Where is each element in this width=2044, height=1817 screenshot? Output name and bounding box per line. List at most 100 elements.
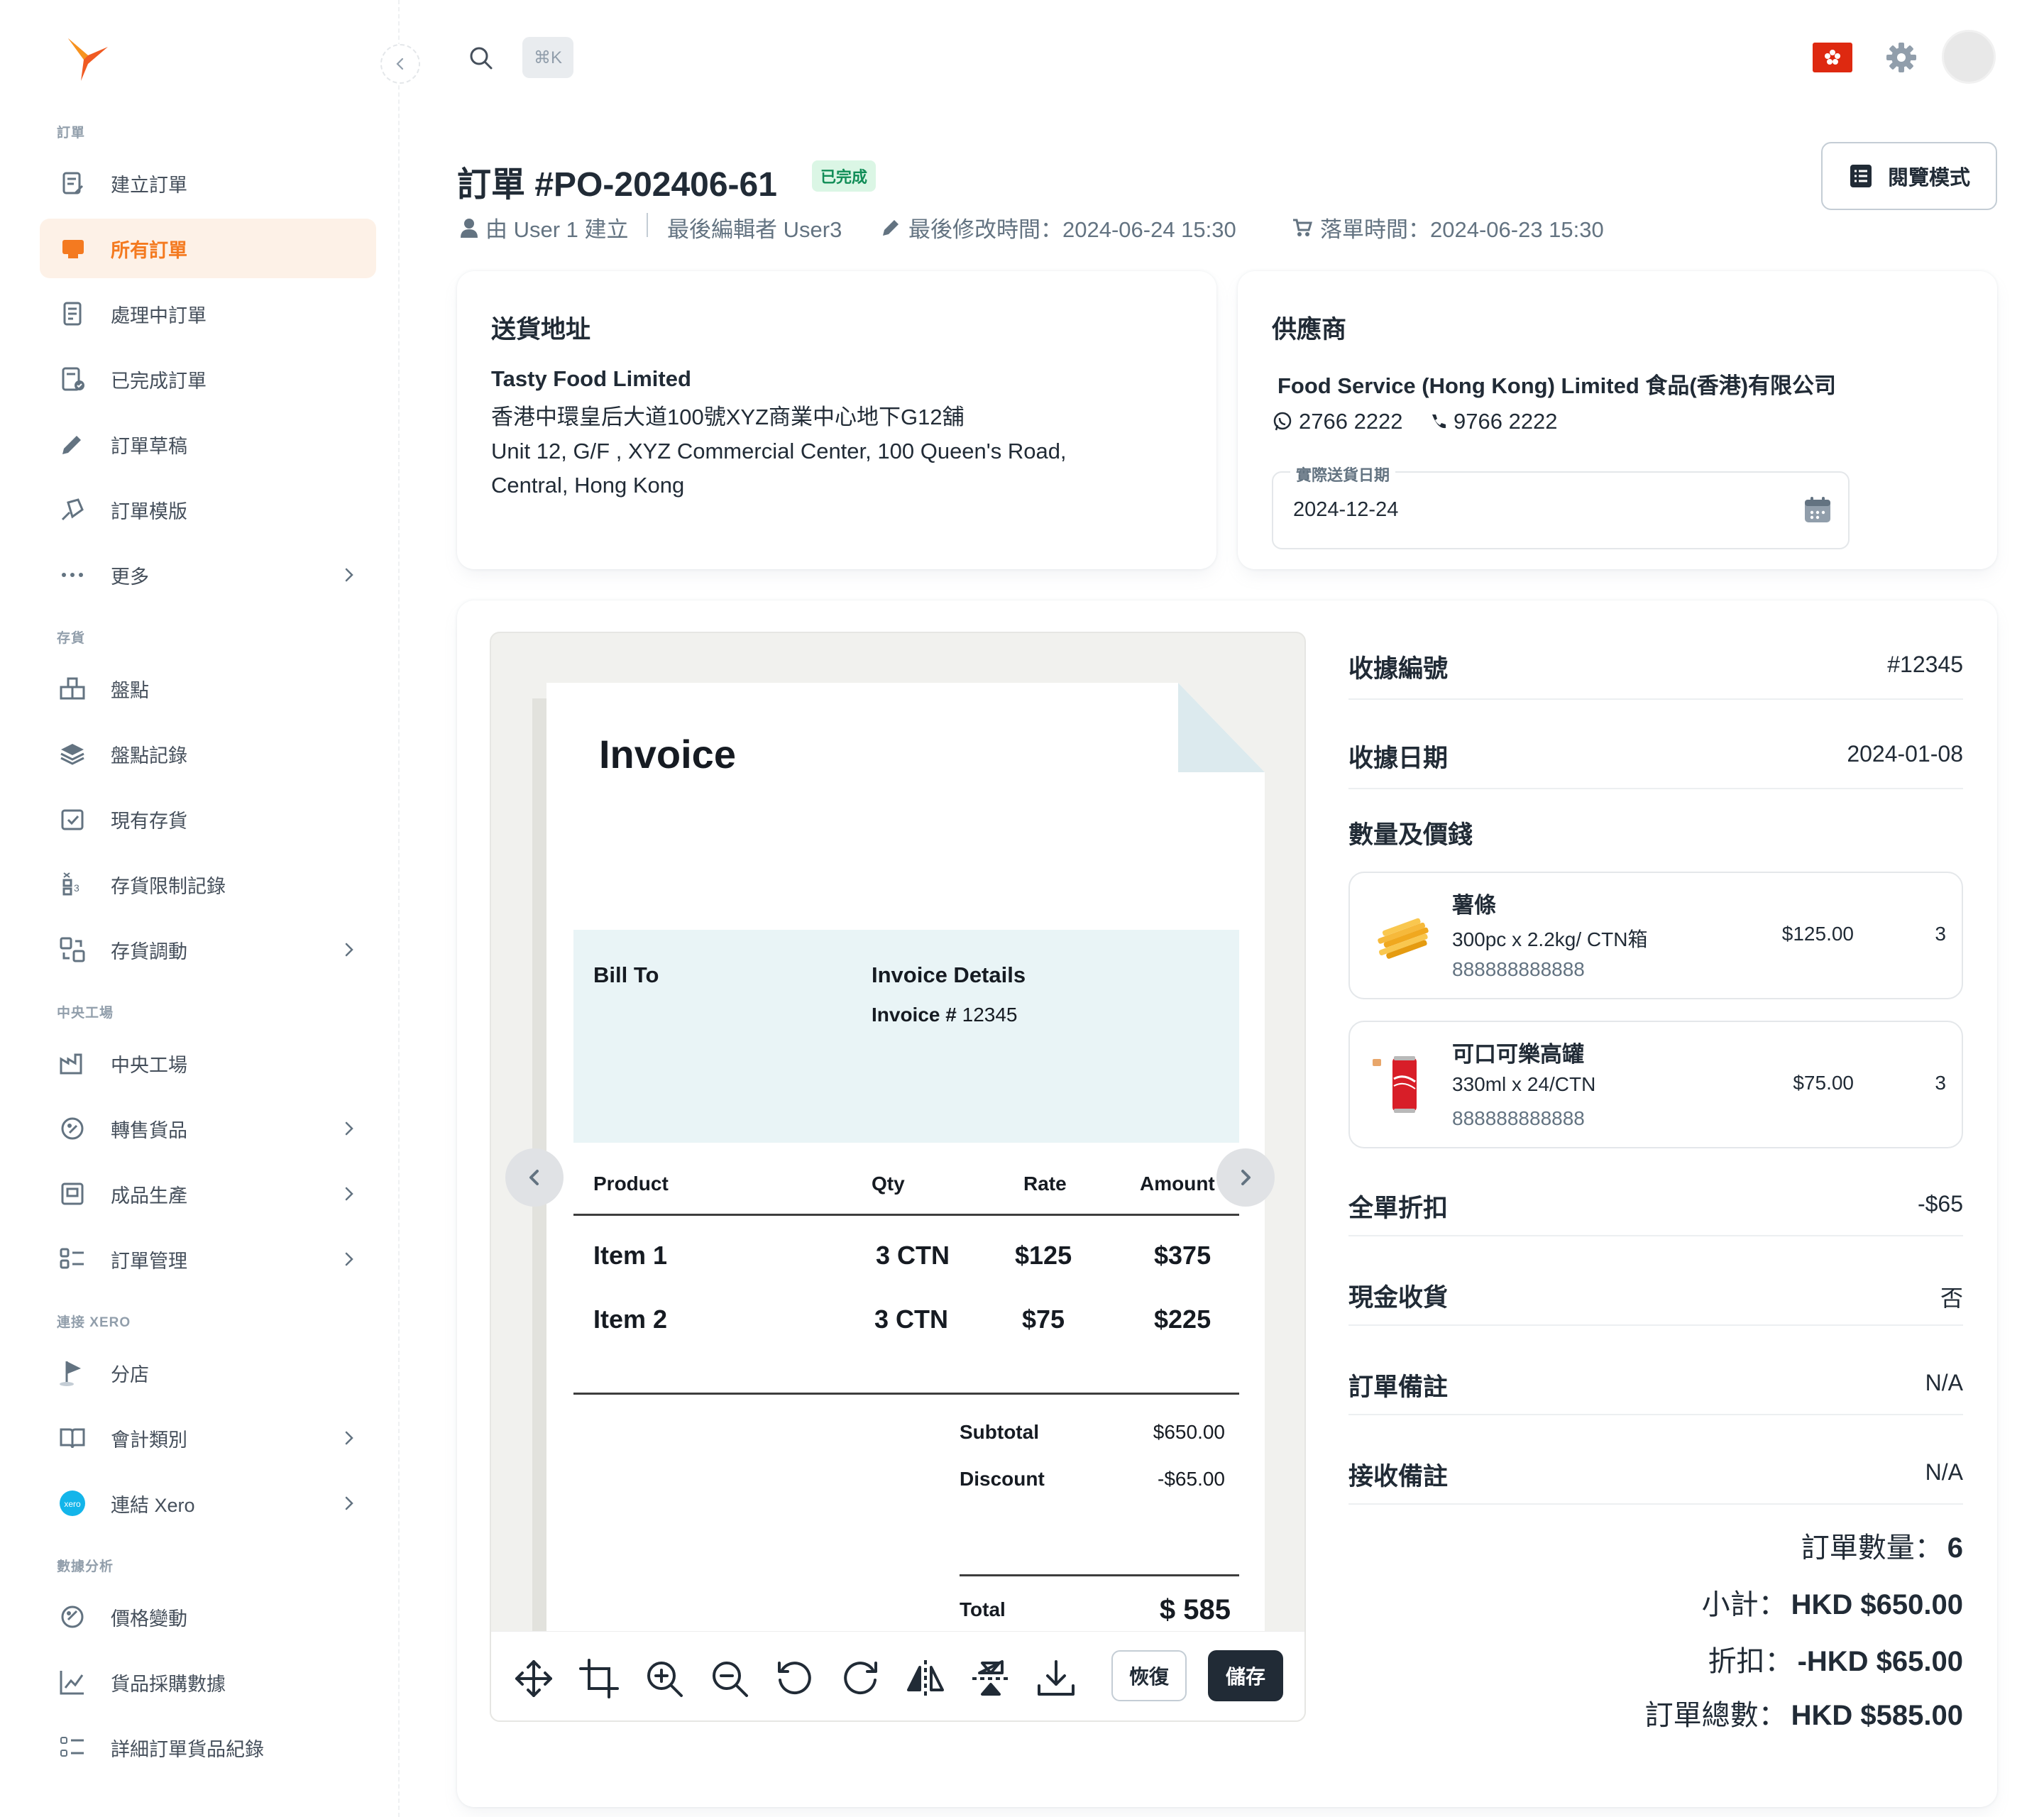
sidebar-item[interactable]: 已完成訂單 (40, 349, 376, 409)
app-logo-icon[interactable] (67, 34, 112, 84)
phone-number: 9766 2222 (1454, 409, 1558, 434)
delivery-address-title: 送貨地址 (491, 316, 591, 344)
previous-page-button[interactable] (505, 1148, 564, 1207)
sidebar-item[interactable]: 所有訂單 (40, 219, 376, 278)
sidebar-item[interactable]: 貨品採購數據 (40, 1652, 376, 1712)
sidebar-item-label: 存貨調動 (111, 940, 187, 962)
col-qty: Qty (872, 1173, 905, 1195)
actual-delivery-date-label: 實際送貨日期 (1290, 463, 1396, 485)
crop-icon[interactable] (578, 1657, 620, 1700)
row2-rate: $75 (1022, 1305, 1065, 1334)
download-icon[interactable] (1035, 1657, 1077, 1700)
sidebar-item[interactable]: 成品生產 (40, 1164, 376, 1224)
inventory-limit-icon: 3 (62, 872, 79, 896)
invoice-number-value: 12345 (962, 1004, 1018, 1026)
sidebar-item-label: 價格變動 (111, 1608, 187, 1630)
completed-orders-icon (62, 367, 84, 391)
sidebar-item[interactable]: 中央工場 (40, 1033, 376, 1093)
sidebar-item[interactable]: 盤點 (40, 659, 376, 718)
resale-icon (61, 1117, 84, 1140)
detail-list-icon (60, 1737, 84, 1757)
sidebar: 訂單建立訂單所有訂單處理中訂單 已完成訂單訂單草稿訂單模版更多存貨盤點盤點記錄 現有… (0, 0, 420, 1817)
book-icon (60, 1428, 85, 1449)
sidebar-item-label: 分店 (111, 1363, 149, 1385)
bill-to-label: Bill To (593, 962, 659, 987)
sidebar-item[interactable]: 會計類別 (40, 1408, 376, 1468)
zoom-out-icon[interactable] (708, 1657, 751, 1700)
row-divider (1348, 1503, 1963, 1505)
sidebar-item[interactable]: 建立訂單 (40, 153, 376, 213)
line-item-card[interactable]: 可口可樂高罐 330ml x 24/CTN 888888888888 $75.0… (1348, 1021, 1963, 1148)
rotate-right-icon[interactable] (839, 1657, 881, 1700)
xero-logo-icon: xero (60, 1491, 85, 1516)
sidebar-item[interactable]: 處理中訂單 (40, 284, 376, 344)
flip-horizontal-icon[interactable] (904, 1657, 947, 1700)
hong-kong-flag-icon[interactable] (1813, 43, 1852, 72)
sidebar-item-label: 成品生產 (111, 1185, 187, 1207)
row-divider (1348, 1414, 1963, 1415)
calendar-icon[interactable] (1803, 495, 1833, 525)
restore-button[interactable]: 恢復 (1111, 1650, 1187, 1701)
view-mode-button[interactable]: 閱覽模式 (1821, 142, 1997, 210)
receipt-number-label: 收據編號 (1348, 655, 1449, 683)
invoice-heading: Invoice (599, 732, 736, 776)
invoice-details-label: Invoice Details (872, 962, 1026, 987)
sidebar-item[interactable]: 轉售貨品 (40, 1099, 376, 1158)
nav-section-heading: 連接 XERO (57, 1315, 131, 1330)
document-list-icon (1850, 165, 1872, 187)
zoom-in-icon[interactable] (643, 1657, 686, 1700)
rotate-left-icon[interactable] (774, 1657, 816, 1700)
order-quantity-label: 訂單數量： (1801, 1532, 1943, 1564)
whatsapp-icon (1273, 412, 1292, 431)
receive-note-label: 接收備註 (1348, 1463, 1449, 1491)
chevron-right-icon (345, 1252, 353, 1266)
sidebar-item[interactable]: 訂單草稿 (40, 415, 376, 474)
factory-icon (60, 1053, 82, 1075)
collapse-sidebar-button[interactable] (380, 44, 420, 84)
supplier-whatsapp[interactable]: 2766 2222 (1272, 409, 1403, 434)
more-dots-icon (62, 573, 83, 577)
invoice-image-viewer[interactable]: Invoice Bill To Invoice Details Invoice … (490, 632, 1306, 1722)
sidebar-item[interactable]: 訂單模版 (40, 480, 376, 539)
nav-section-heading: 存貨 (57, 631, 86, 646)
next-page-button[interactable] (1216, 1148, 1275, 1207)
invoice-bill-band: Bill To Invoice Details Invoice # 12345 (573, 930, 1239, 1143)
nav-section-heading: 訂單 (57, 126, 86, 141)
bauhinia-icon (1825, 50, 1840, 65)
last-editor: 最後編輯者 User3 (667, 212, 842, 243)
total-rule (960, 1574, 1239, 1576)
line-item-card[interactable]: 薯條 300pc x 2.2kg/ CTN箱 888888888888 $125… (1348, 872, 1963, 999)
col-rate: Rate (1023, 1173, 1067, 1195)
sidebar-item[interactable]: 訂單管理 (40, 1229, 376, 1289)
sidebar-item[interactable]: 分店 (40, 1343, 376, 1402)
sidebar-item[interactable]: 現有存貨 (40, 789, 376, 849)
row-divider (1348, 1235, 1963, 1236)
sidebar-item[interactable]: 價格變動 (40, 1587, 376, 1647)
subtotal-summary: 小計： HKD $650.00 (1702, 1581, 1963, 1623)
sidebar-item-label: 詳細訂單貨品紀錄 (111, 1738, 264, 1760)
page-title: 訂單 #PO-202406-61 (457, 166, 777, 204)
order-note-value: N/A (1925, 1370, 1963, 1395)
supplier-phone[interactable]: 9766 2222 (1429, 409, 1558, 434)
user-avatar[interactable] (1942, 30, 1996, 84)
total-summary-value: HKD $585.00 (1791, 1700, 1963, 1731)
actual-delivery-date-field[interactable]: 實際送貨日期 2024-12-24 (1272, 463, 1850, 549)
sidebar-item[interactable]: 更多 (40, 545, 376, 605)
sidebar-item[interactable]: 3 存貨限制記錄 (40, 855, 376, 914)
order-quantity-value: 6 (1947, 1532, 1963, 1564)
save-button[interactable]: 儲存 (1208, 1650, 1283, 1701)
sidebar-item[interactable]: xero 連結 Xero (40, 1473, 376, 1533)
chevron-right-icon (345, 1496, 353, 1510)
settings-gear-icon[interactable] (1885, 41, 1918, 74)
discount-summary-value: -HKD $65.00 (1797, 1646, 1963, 1677)
search-icon[interactable] (467, 44, 495, 72)
item-name: 可口可樂高罐 (1452, 1042, 1584, 1067)
sidebar-item[interactable]: 盤點記錄 (40, 724, 376, 784)
ordered-time: 落單時間：2024-06-23 15:30 (1292, 212, 1604, 243)
flip-vertical-icon[interactable] (969, 1657, 1012, 1700)
invoice-number-label: Invoice # (872, 1004, 957, 1026)
delivery-address-en-line1: Unit 12, G/F , XYZ Commercial Center, 10… (491, 439, 1067, 463)
sidebar-item[interactable]: 詳細訂單貨品紀錄 (40, 1718, 376, 1777)
sidebar-item[interactable]: 存貨調動 (40, 920, 376, 979)
move-icon[interactable] (512, 1657, 555, 1700)
